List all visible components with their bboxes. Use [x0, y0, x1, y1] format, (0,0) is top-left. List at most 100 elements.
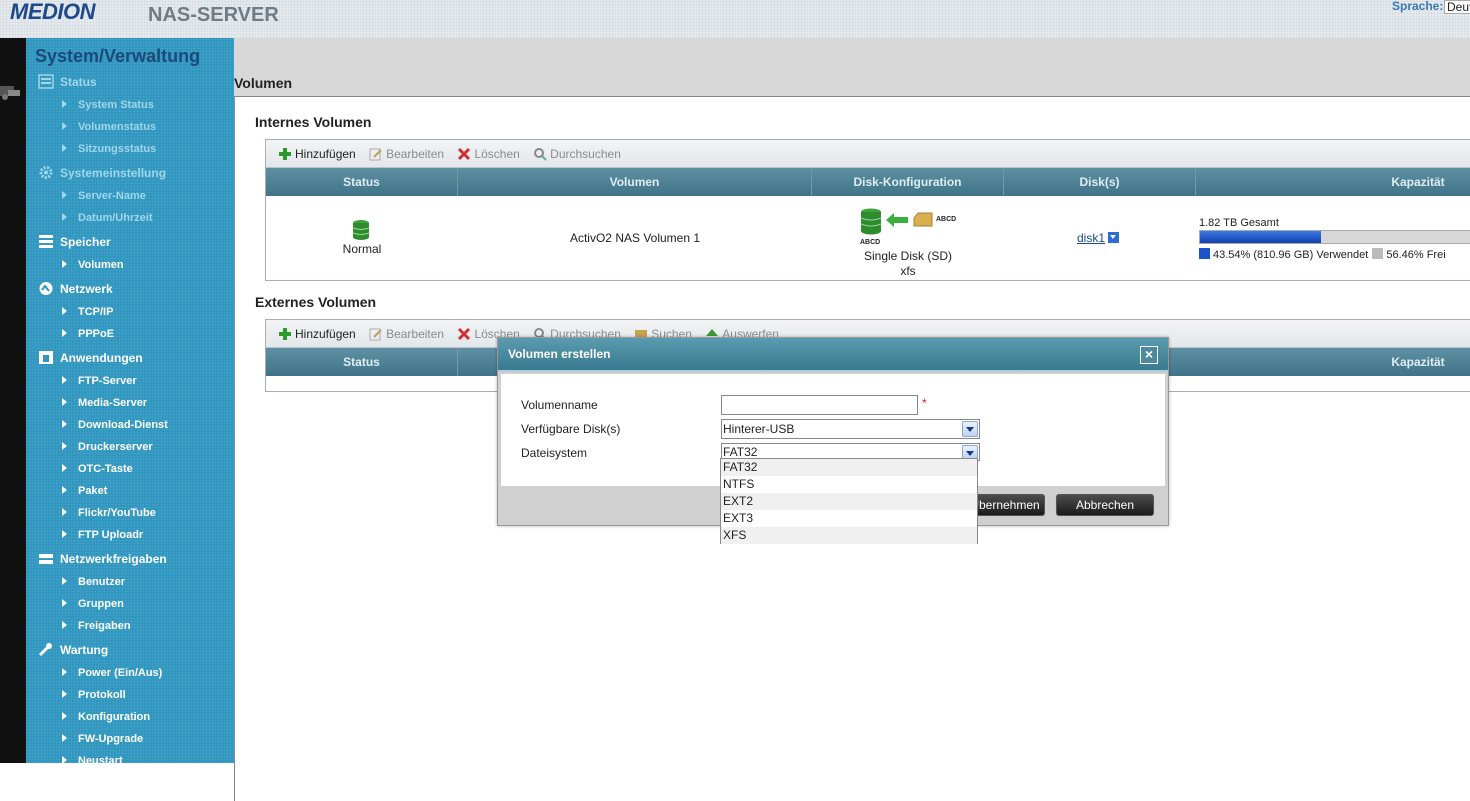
capacity-used: [1200, 231, 1322, 243]
option-fat32[interactable]: FAT32: [721, 459, 977, 476]
disk-link[interactable]: disk1: [1077, 231, 1120, 245]
sidebar-item-tcpip[interactable]: TCP/IP: [62, 305, 113, 321]
edit-button[interactable]: Bearbeiten: [369, 140, 444, 168]
sidebar-item-label: FTP-Server: [78, 375, 137, 387]
free-swatch: [1372, 248, 1384, 259]
internal-volume-table: Hinzufügen Bearbeiten Löschen Durchsuche…: [265, 139, 1470, 281]
sidebar-item-otc-taste[interactable]: OTC-Taste: [62, 462, 133, 478]
add-button[interactable]: Hinzufügen: [278, 140, 356, 168]
sidebar-item-download-dienst[interactable]: Download-Dienst: [62, 418, 168, 434]
sidebar-item-label: FTP Uploadr: [78, 529, 144, 541]
sidebar-section-systemeinstellung[interactable]: Systemeinstellung: [38, 165, 166, 183]
col-volume[interactable]: Volumen: [458, 168, 812, 196]
table-row[interactable]: Normal ActivO2 NAS Volumen 1 ABCD ABCD S…: [266, 196, 1470, 280]
sidebar-item-protokoll[interactable]: Protokoll: [62, 688, 126, 704]
close-icon[interactable]: ×: [1140, 346, 1158, 364]
edit-button[interactable]: Bearbeiten: [369, 320, 444, 348]
sidebar-item-label: Gruppen: [78, 598, 124, 610]
applications-icon: [38, 350, 54, 365]
sidebar-item-benutzer[interactable]: Benutzer: [62, 575, 125, 591]
volume-name-input[interactable]: [721, 395, 918, 415]
col-status[interactable]: Status: [266, 168, 458, 196]
sidebar-section-wartung[interactable]: Wartung: [38, 642, 108, 660]
internal-table-header: Status Volumen Disk-Konfiguration Disk(s…: [266, 168, 1470, 196]
sidebar-section-label: Status: [60, 75, 97, 89]
sidebar-item-system-status[interactable]: System Status: [62, 98, 154, 114]
sidebar-item-volumen[interactable]: Volumen: [62, 258, 124, 274]
option-ntfs[interactable]: NTFS: [721, 476, 977, 493]
option-xfs[interactable]: XFS: [721, 527, 977, 544]
sidebar-section-netzwerkfreigaben[interactable]: Netzwerkfreigaben: [38, 551, 167, 569]
delete-icon: [457, 143, 471, 161]
usb-disk-icon: [913, 212, 933, 227]
sidebar-section-status[interactable]: Status: [38, 74, 97, 92]
col-disks[interactable]: Disk(s): [1004, 168, 1196, 196]
filesystem-dropdown-list: FAT32 NTFS EXT2 EXT3 XFS: [720, 458, 978, 544]
cancel-button[interactable]: Abbrechen: [1056, 494, 1154, 516]
delete-icon: [457, 323, 471, 341]
chevron-down-icon[interactable]: [962, 421, 978, 437]
sidebar-item-label: PPPoE: [78, 328, 115, 340]
option-ext3[interactable]: EXT3: [721, 510, 977, 527]
sidebar-item-label: Server-Name: [78, 190, 146, 202]
sidebar-item-label: Konfiguration: [78, 711, 151, 723]
sidebar-item-konfiguration[interactable]: Konfiguration: [62, 710, 150, 726]
shares-icon: [38, 551, 54, 566]
sidebar-item-label: Media-Server: [78, 397, 148, 409]
search-icon: [533, 143, 547, 161]
sidebar-item-server-name[interactable]: Server-Name: [62, 189, 146, 205]
internal-volume-title: Internes Volumen: [255, 114, 372, 130]
add-label: Hinzufügen: [295, 327, 356, 341]
medion-logo: MEDION: [10, 0, 96, 24]
disk-config-value: Single Disk (SD): [863, 249, 953, 263]
option-ext2[interactable]: EXT2: [721, 493, 977, 510]
add-button[interactable]: Hinzufügen: [278, 320, 356, 348]
disk-label-a: ABCD: [936, 216, 957, 223]
sidebar-item-fw-upgrade[interactable]: FW-Upgrade: [62, 732, 143, 748]
sidebar-section-netzwerk[interactable]: Netzwerk: [38, 281, 113, 299]
sidebar-item-druckerserver[interactable]: Druckerserver: [62, 440, 153, 456]
col-status[interactable]: Status: [266, 348, 458, 376]
sidebar-item-label: Druckerserver: [78, 441, 153, 453]
sidebar-item-label: OTC-Taste: [78, 463, 133, 475]
sidebar-item-pppoe[interactable]: PPPoE: [62, 327, 114, 343]
status-icon: [38, 74, 54, 89]
dialog-title: Volumen erstellen: [508, 347, 611, 361]
sidebar-item-media-server[interactable]: Media-Server: [62, 396, 147, 412]
sidebar-item-gruppen[interactable]: Gruppen: [62, 597, 124, 613]
sidebar-item-power[interactable]: Power (Ein/Aus): [62, 666, 162, 682]
browse-button[interactable]: Durchsuchen: [533, 140, 621, 168]
internal-toolbar: Hinzufügen Bearbeiten Löschen Durchsuche…: [266, 140, 1470, 168]
gear-icon: [38, 165, 54, 180]
disk-label-b: ABCD: [860, 239, 881, 246]
sidebar-section-label: Netzwerkfreigaben: [60, 552, 167, 566]
language-select[interactable]: Deutsch: [1444, 0, 1470, 14]
available-disks-select[interactable]: Hinterer-USB: [721, 419, 980, 439]
col-capacity[interactable]: Kapazität: [1196, 168, 1470, 196]
storage-icon: [38, 234, 54, 249]
sidebar-item-sitzungsstatus[interactable]: Sitzungsstatus: [62, 142, 156, 158]
sidebar-item-neustart[interactable]: Neustart: [62, 754, 123, 770]
dialog-header: Volumen erstellen ×: [498, 338, 1168, 372]
sidebar-item-ftp-uploadr[interactable]: FTP Uploadr: [62, 528, 143, 544]
sidebar-section-speicher[interactable]: Speicher: [38, 234, 111, 252]
status-value: Normal: [342, 242, 382, 256]
sidebar-item-label: Power (Ein/Aus): [78, 667, 163, 679]
sidebar-item-volumenstatus[interactable]: Volumenstatus: [62, 120, 156, 136]
sidebar-item-datum-uhrzeit[interactable]: Datum/Uhrzeit: [62, 211, 153, 227]
sidebar-item-flickr-youtube[interactable]: Flickr/YouTube: [62, 506, 156, 522]
capacity-bar: [1199, 230, 1470, 244]
sidebar-section-anwendungen[interactable]: Anwendungen: [38, 350, 143, 368]
sidebar-section-label: Systemeinstellung: [60, 166, 167, 180]
col-disk-config[interactable]: Disk-Konfiguration: [812, 168, 1004, 196]
edit-label: Bearbeiten: [386, 327, 445, 341]
sidebar-item-paket[interactable]: Paket: [62, 484, 107, 500]
sidebar-item-freigaben[interactable]: Freigaben: [62, 619, 131, 635]
col-capacity[interactable]: Kapazität: [1196, 348, 1470, 376]
delete-button[interactable]: Löschen: [457, 140, 520, 168]
sidebar-item-ftp-server[interactable]: FTP-Server: [62, 374, 137, 390]
chevron-down-icon[interactable]: [1108, 232, 1120, 243]
chevron-down-icon[interactable]: [962, 445, 978, 459]
tools-icon: [0, 86, 20, 100]
database-icon: [352, 220, 370, 240]
